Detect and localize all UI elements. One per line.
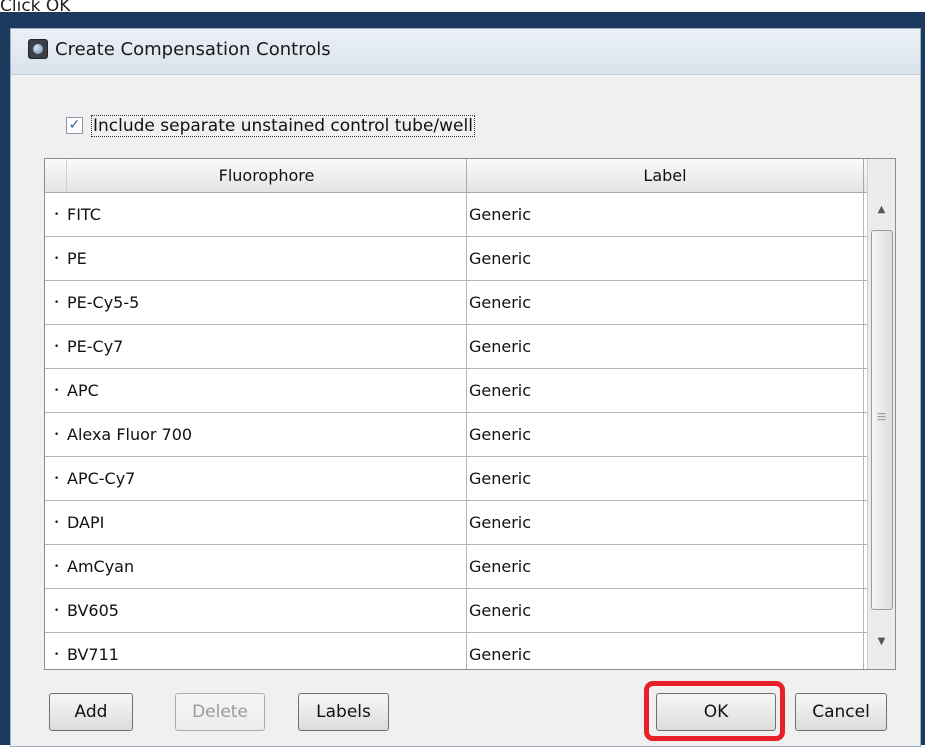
label-cell[interactable]: Generic — [467, 281, 864, 324]
row-handle-icon: • — [54, 606, 60, 616]
vertical-scrollbar[interactable]: ▲ — — — ▼ — [867, 159, 895, 669]
label-cell[interactable]: Generic — [467, 589, 864, 632]
ok-highlight-annotation — [644, 681, 785, 741]
scrollbar-thumb[interactable]: — — — — [871, 230, 893, 610]
window-title: Create Compensation Controls — [55, 39, 331, 60]
include-unstained-label[interactable]: Include separate unstained control tube/… — [91, 115, 475, 137]
table-header: Fluorophore Label — [45, 159, 867, 193]
table-row[interactable]: • APC-Cy7 Generic — [45, 457, 867, 501]
application-icon — [28, 39, 48, 59]
table-row[interactable]: • Alexa Fluor 700 Generic — [45, 413, 867, 457]
table-row[interactable]: • FITC Generic — [45, 193, 867, 237]
table-row[interactable]: • PE-Cy7 Generic — [45, 325, 867, 369]
add-button[interactable]: Add — [49, 693, 133, 731]
labels-button[interactable]: Labels — [298, 693, 389, 731]
table-row[interactable]: • BV711 Generic — [45, 633, 867, 669]
delete-button[interactable]: Delete — [175, 693, 265, 731]
table-row[interactable]: • DAPI Generic — [45, 501, 867, 545]
cancel-button[interactable]: Cancel — [795, 693, 887, 731]
label-cell[interactable]: Generic — [467, 413, 864, 456]
scroll-down-arrow-icon[interactable]: ▼ — [868, 625, 895, 659]
fluorophore-cell[interactable]: PE-Cy5-5 — [67, 281, 467, 324]
dialog-window: Create Compensation Controls ✓ Include s… — [10, 28, 921, 747]
label-cell[interactable]: Generic — [467, 633, 864, 669]
label-cell[interactable]: Generic — [467, 325, 864, 368]
label-cell[interactable]: Generic — [467, 237, 864, 280]
table-row[interactable]: • BV605 Generic — [45, 589, 867, 633]
fluorophore-cell[interactable]: APC — [67, 369, 467, 412]
column-header-label[interactable]: Label — [467, 159, 864, 192]
table-row[interactable]: • PE Generic — [45, 237, 867, 281]
fluorophore-cell[interactable]: BV711 — [67, 633, 467, 669]
table-row[interactable]: • APC Generic — [45, 369, 867, 413]
fluorophore-cell[interactable]: PE — [67, 237, 467, 280]
header-corner — [45, 159, 67, 192]
label-cell[interactable]: Generic — [467, 545, 864, 588]
row-handle-icon: • — [54, 430, 60, 440]
row-handle-icon: • — [54, 650, 60, 660]
fluorophore-cell[interactable]: DAPI — [67, 501, 467, 544]
fluorophore-cell[interactable]: BV605 — [67, 589, 467, 632]
label-cell[interactable]: Generic — [467, 193, 864, 236]
scrollbar-grip-icon: — — — — [877, 409, 886, 425]
label-cell[interactable]: Generic — [467, 501, 864, 544]
scroll-up-arrow-icon[interactable]: ▲ — [868, 193, 895, 227]
screen-background: Create Compensation Controls ✓ Include s… — [0, 12, 925, 747]
row-handle-icon: • — [54, 518, 60, 528]
fluorophore-cell[interactable]: PE-Cy7 — [67, 325, 467, 368]
table-row[interactable]: • AmCyan Generic — [45, 545, 867, 589]
dialog-content: ✓ Include separate unstained control tub… — [11, 75, 920, 746]
label-cell[interactable]: Generic — [467, 457, 864, 500]
row-handle-icon: • — [54, 386, 60, 396]
fluorophore-cell[interactable]: APC-Cy7 — [67, 457, 467, 500]
fluorophore-cell[interactable]: AmCyan — [67, 545, 467, 588]
label-cell[interactable]: Generic — [467, 369, 864, 412]
table-body: • FITC Generic • PE Generic • PE-Cy5-5 G… — [45, 193, 867, 669]
fluorophore-cell[interactable]: FITC — [67, 193, 467, 236]
include-unstained-checkbox[interactable]: ✓ — [66, 117, 83, 134]
row-handle-icon: • — [54, 342, 60, 352]
row-handle-icon: • — [54, 562, 60, 572]
row-handle-icon: • — [54, 298, 60, 308]
title-bar[interactable]: Create Compensation Controls — [11, 29, 920, 75]
row-handle-icon: • — [54, 210, 60, 220]
fluorophore-table: Fluorophore Label • FITC Generic • PE Ge… — [44, 158, 896, 670]
table-row[interactable]: • PE-Cy5-5 Generic — [45, 281, 867, 325]
row-handle-icon: • — [54, 254, 60, 264]
fluorophore-cell[interactable]: Alexa Fluor 700 — [67, 413, 467, 456]
column-header-fluorophore[interactable]: Fluorophore — [67, 159, 467, 192]
row-handle-icon: • — [54, 474, 60, 484]
